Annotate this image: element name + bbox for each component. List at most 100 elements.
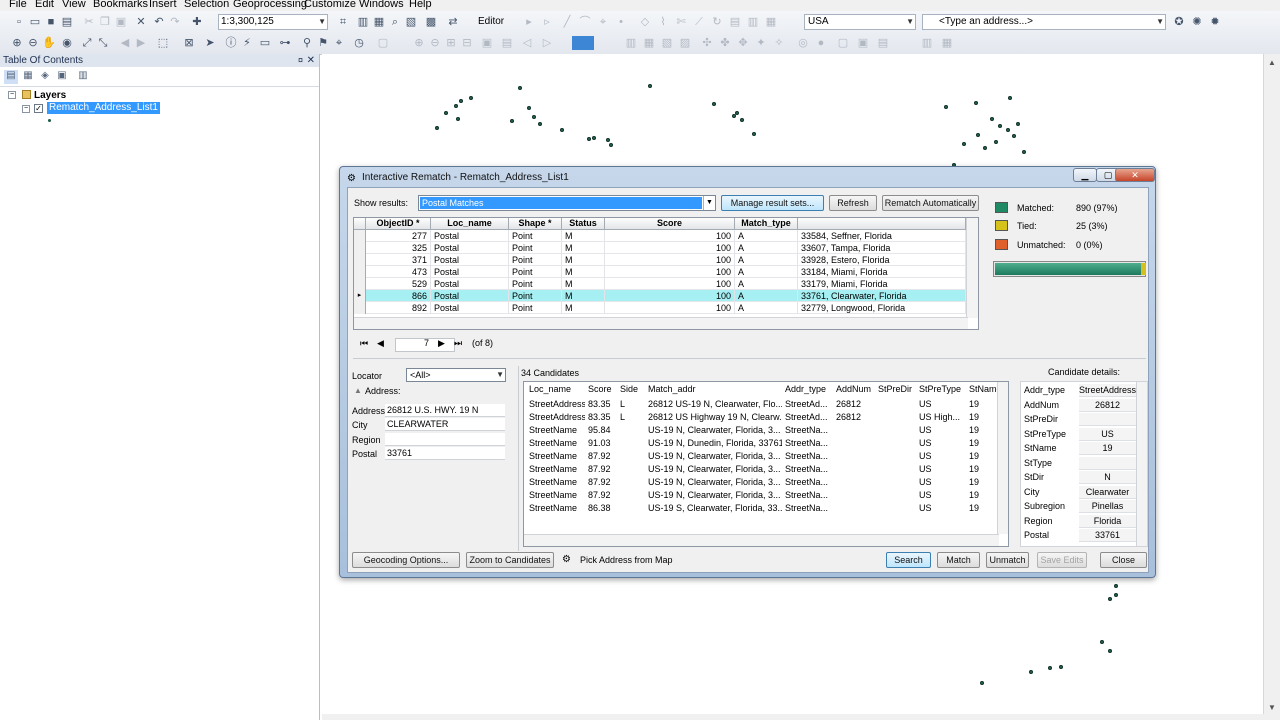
sketch-properties-icon[interactable]: ▥ bbox=[746, 15, 760, 29]
close-icon[interactable]: ✕ bbox=[307, 54, 315, 67]
endpoint-arc-icon[interactable]: ⌒ bbox=[578, 15, 592, 29]
zoom-100-icon[interactable]: ▤ bbox=[500, 36, 514, 50]
detail-value[interactable]: US bbox=[1079, 427, 1136, 441]
match-button[interactable]: Match bbox=[937, 552, 980, 568]
menu-bookmarks[interactable]: Bookmarks bbox=[93, 0, 148, 11]
find-address-icon[interactable]: ✪ bbox=[1172, 15, 1186, 29]
cut-polygons-icon[interactable]: ✄ bbox=[674, 15, 688, 29]
detail-value[interactable]: 19 bbox=[1079, 442, 1136, 455]
details-vertical-scrollbar[interactable] bbox=[1136, 382, 1147, 546]
row-selector[interactable] bbox=[354, 230, 366, 242]
copy-icon[interactable]: ❐ bbox=[98, 15, 112, 29]
locator-region-combo[interactable]: USA ▼ bbox=[804, 14, 916, 30]
list-item[interactable]: StreetName 87.92 US-19 N, Clearwater, Flor… bbox=[524, 450, 998, 463]
vertical-splitter[interactable] bbox=[518, 366, 519, 551]
map-vertical-scrollbar[interactable]: ▲ ▼ bbox=[1263, 54, 1280, 720]
previous-record-icon[interactable]: ◀ bbox=[377, 338, 384, 349]
detail-value[interactable]: Florida bbox=[1079, 514, 1136, 528]
row-selector[interactable] bbox=[354, 242, 366, 254]
modelbuilder-icon[interactable]: ⇄ bbox=[446, 15, 460, 29]
catalog-window-icon[interactable]: ▦ bbox=[372, 15, 386, 29]
table-row[interactable]: 277 Postal Point M 100 A 33584, Seffner, Flori… bbox=[354, 230, 966, 242]
layout-forward-icon[interactable]: ▷ bbox=[540, 36, 554, 50]
column-header-score[interactable]: Score bbox=[605, 218, 735, 230]
save-edits-button[interactable]: Save Edits bbox=[1037, 552, 1087, 568]
save-icon[interactable]: ■ bbox=[44, 15, 58, 29]
geocoding-options-button[interactable]: Geocoding Options... bbox=[352, 552, 460, 568]
measure-icon[interactable]: ⊶ bbox=[278, 36, 292, 50]
pin-icon[interactable]: ¤ bbox=[298, 54, 303, 67]
back-extent-icon[interactable]: ◀ bbox=[118, 36, 132, 50]
address-input[interactable]: 26812 U.S. HWY. 19 N bbox=[385, 404, 505, 417]
first-record-icon[interactable]: ⏮ bbox=[360, 338, 368, 349]
globe-icon[interactable]: ● bbox=[814, 36, 828, 50]
redo-icon[interactable]: ↷ bbox=[168, 15, 182, 29]
collapse-layers-icon[interactable]: − bbox=[8, 91, 16, 99]
table-row[interactable]: 892 Postal Point M 100 A 32779, Longwood, Flor… bbox=[354, 302, 966, 314]
rotate-icon[interactable]: ↻ bbox=[710, 15, 724, 29]
chevron-down-icon[interactable]: ▼ bbox=[703, 196, 715, 210]
detail-value[interactable]: N bbox=[1079, 471, 1136, 484]
identify-icon[interactable]: ⓘ bbox=[224, 36, 238, 50]
detail-value[interactable] bbox=[1079, 413, 1136, 426]
candidates-vertical-scrollbar[interactable] bbox=[997, 382, 1008, 534]
list-item[interactable]: StreetName 91.03 US-19 N, Dunedin, Florida… bbox=[524, 437, 998, 450]
time-slider-icon[interactable]: ◷ bbox=[352, 36, 366, 50]
menu-windows[interactable]: Windows bbox=[359, 0, 404, 11]
candidate-header-side[interactable]: Side bbox=[617, 382, 638, 396]
cut-icon[interactable]: ✂ bbox=[82, 15, 96, 29]
splitter[interactable] bbox=[353, 358, 1146, 359]
column-header-match-type[interactable]: Match_type bbox=[735, 218, 798, 230]
row-selector[interactable]: ▸ bbox=[354, 290, 366, 302]
select-features-icon[interactable]: ⬚ bbox=[156, 36, 170, 50]
arctoolbox-icon[interactable]: ▧ bbox=[404, 15, 418, 29]
zoom-out-icon[interactable]: ⊖ bbox=[26, 36, 40, 50]
row-selector[interactable] bbox=[354, 278, 366, 290]
print-icon[interactable]: ▤ bbox=[60, 15, 74, 29]
attributes-icon[interactable]: ▤ bbox=[728, 15, 742, 29]
list-item[interactable]: StreetName 87.92 US-19 N, Clearwater, Flor… bbox=[524, 476, 998, 489]
results-vertical-scrollbar[interactable] bbox=[966, 218, 978, 318]
menu-edit[interactable]: Edit bbox=[35, 0, 54, 11]
column-header-loc-name[interactable]: Loc_name bbox=[431, 218, 509, 230]
table-row[interactable]: 473 Postal Point M 100 A 33184, Miami, Florida bbox=[354, 266, 966, 278]
search-button[interactable]: Search bbox=[886, 552, 931, 568]
list-by-selection-icon[interactable]: ▣ bbox=[55, 70, 69, 84]
swipe-icon[interactable]: ▣ bbox=[856, 36, 870, 50]
list-item[interactable]: StreetAddress 83.35 L 26812 US Highway 19 N… bbox=[524, 411, 998, 424]
paste-icon[interactable]: ▣ bbox=[114, 15, 128, 29]
layers-root-label[interactable]: Layers bbox=[34, 90, 66, 101]
new-icon[interactable]: ▫ bbox=[12, 15, 26, 29]
column-header-match-addr[interactable] bbox=[798, 218, 966, 230]
layout-fixed-in-icon[interactable]: ⊞ bbox=[444, 36, 458, 50]
review-rematch-icon[interactable]: ✹ bbox=[1208, 15, 1222, 29]
unmatch-button[interactable]: Unmatch bbox=[986, 552, 1029, 568]
layout-pan-icon[interactable]: ▢ bbox=[376, 36, 390, 50]
column-header-status[interactable]: Status bbox=[562, 218, 605, 230]
list-item[interactable]: StreetName 95.84 US-19 N, Clearwater, Flor… bbox=[524, 424, 998, 437]
detail-value[interactable]: 33761 bbox=[1079, 529, 1136, 542]
list-item[interactable]: StreetName 87.92 US-19 N, Clearwater, Flor… bbox=[524, 489, 998, 502]
collapse-layer-icon[interactable]: − bbox=[22, 105, 30, 113]
undo-icon[interactable]: ↶ bbox=[152, 15, 166, 29]
column-header-objectid[interactable]: ObjectID * bbox=[366, 218, 431, 230]
layer-brightness-icon[interactable]: ▦ bbox=[940, 36, 954, 50]
menu-selection[interactable]: Selection bbox=[184, 0, 229, 11]
options-icon[interactable]: ▥ bbox=[76, 70, 90, 84]
menu-customize[interactable]: Customize bbox=[304, 0, 356, 11]
candidate-header-stpretype[interactable]: StPreType bbox=[916, 382, 961, 396]
layout-zoom-in-icon[interactable]: ⊕ bbox=[412, 36, 426, 50]
layout-fixed-out-icon[interactable]: ⊟ bbox=[460, 36, 474, 50]
pick-address-icon[interactable]: ⚙ bbox=[562, 554, 571, 565]
toc-window-icon[interactable]: ▥ bbox=[356, 15, 370, 29]
detail-value[interactable]: Pinellas bbox=[1079, 500, 1136, 513]
edit-tool-icon[interactable]: ▸ bbox=[522, 15, 536, 29]
scroll-up-icon[interactable]: ▲ bbox=[1268, 58, 1276, 67]
menu-help[interactable]: Help bbox=[409, 0, 432, 11]
layout-zoom-out-icon[interactable]: ⊖ bbox=[428, 36, 442, 50]
forward-extent-icon[interactable]: ▶ bbox=[134, 36, 148, 50]
show-results-combo[interactable]: Postal Matches ▼ bbox=[418, 195, 716, 211]
candidate-header-score[interactable]: Score bbox=[585, 382, 612, 396]
split-icon[interactable]: ⟋ bbox=[692, 15, 706, 29]
html-popup-icon[interactable]: ▭ bbox=[258, 36, 272, 50]
